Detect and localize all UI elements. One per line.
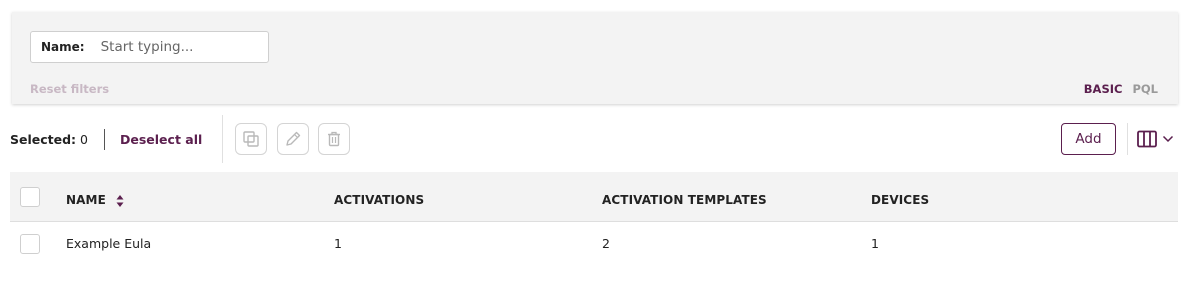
column-header-activations[interactable]: ACTIVATIONS [334, 193, 424, 207]
cell-activations: 1 [334, 236, 342, 251]
name-filter-input[interactable] [100, 39, 251, 55]
delete-icon [328, 131, 340, 147]
selection-count: Selected: 0 [10, 132, 88, 147]
copy-icon [243, 131, 259, 147]
columns-icon [1137, 130, 1157, 148]
cell-activation-templates: 2 [602, 236, 610, 251]
edit-icon [286, 131, 301, 146]
row-checkbox[interactable] [20, 234, 40, 254]
add-button[interactable]: Add [1061, 123, 1116, 155]
reset-filters-link[interactable]: Reset filters [30, 82, 109, 96]
selected-label: Selected: [10, 132, 77, 147]
column-header-name[interactable]: NAME [66, 193, 124, 208]
select-all-checkbox[interactable] [20, 187, 40, 207]
delete-button[interactable] [318, 123, 350, 155]
sort-icon [116, 194, 124, 207]
column-settings-button[interactable] [1137, 129, 1179, 149]
edit-button[interactable] [277, 123, 309, 155]
selected-count: 0 [80, 132, 88, 147]
mode-pql-tab[interactable]: PQL [1132, 82, 1158, 96]
name-filter-label: Name: [41, 40, 85, 54]
cell-name: Example Eula [66, 236, 152, 251]
divider [1127, 123, 1128, 155]
column-header-activation-templates[interactable]: ACTIVATION TEMPLATES [602, 193, 767, 207]
divider [104, 129, 105, 150]
cell-devices: 1 [871, 236, 879, 251]
deselect-all-link[interactable]: Deselect all [120, 132, 202, 147]
filter-mode-toggle: BASIC PQL [1084, 82, 1158, 96]
table-row[interactable]: Example Eula 1 2 1 [10, 223, 1178, 263]
copy-button[interactable] [235, 123, 267, 155]
column-header-label: NAME [66, 193, 106, 207]
table-header: NAME ACTIVATIONS ACTIVATION TEMPLATES DE… [10, 172, 1178, 222]
divider [222, 115, 223, 163]
column-header-devices[interactable]: DEVICES [871, 193, 929, 207]
mode-basic-tab[interactable]: BASIC [1084, 82, 1123, 96]
filter-panel: Name: Reset filters BASIC PQL [12, 12, 1178, 104]
name-filter-field[interactable]: Name: [30, 31, 269, 63]
chevron-down-icon [1162, 135, 1174, 143]
table-toolbar: Selected: 0 Deselect all Add [0, 115, 1188, 163]
